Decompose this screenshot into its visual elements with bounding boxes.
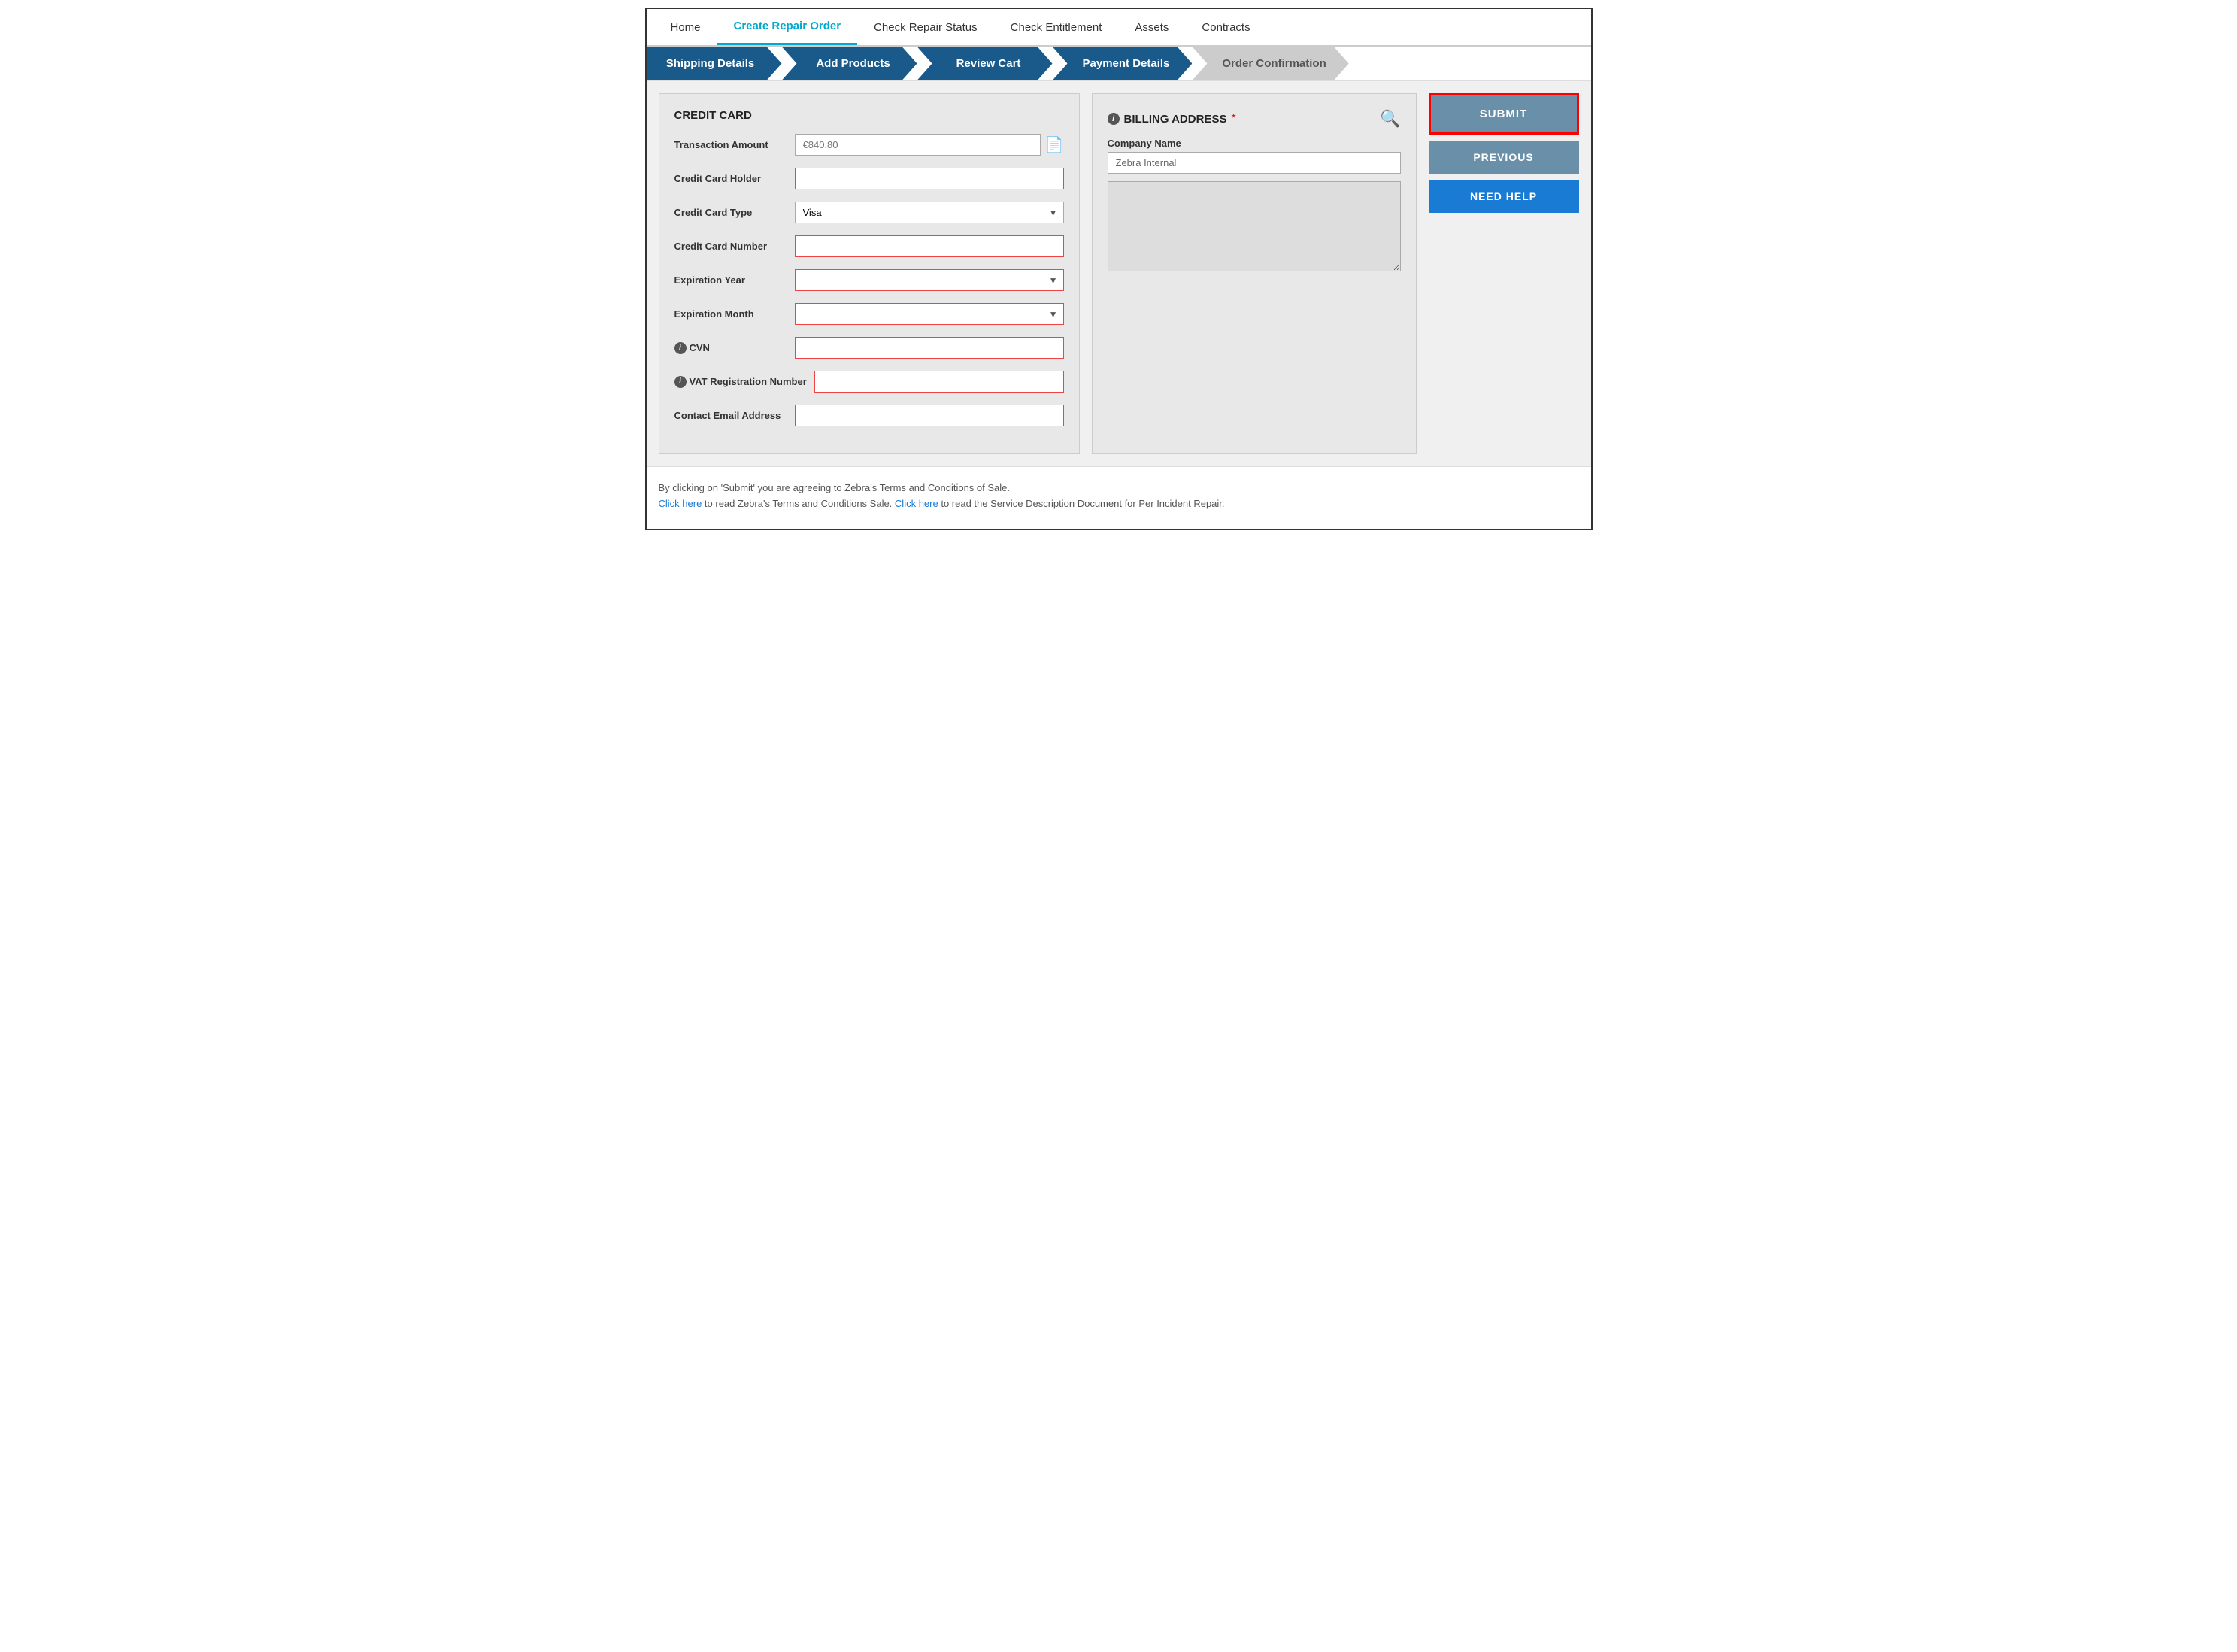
expiration-year-wrapper: 2024 2025 2026 2027 2028 ▼: [795, 269, 1064, 291]
credit-card-type-wrapper: Visa MasterCard American Express Discove…: [795, 202, 1064, 223]
vat-input[interactable]: [814, 371, 1064, 393]
footer-link2[interactable]: Click here: [895, 498, 938, 509]
page-footer: By clicking on 'Submit' you are agreeing…: [647, 466, 1591, 529]
transaction-amount-field-wrapper: 📄: [795, 134, 1064, 156]
expiration-month-row: Expiration Month 010203 040506 070809 10…: [674, 303, 1064, 325]
cvn-info-icon: i: [674, 342, 687, 354]
billing-search-button[interactable]: 🔍: [1380, 109, 1400, 129]
nav-contracts[interactable]: Contracts: [1185, 11, 1266, 44]
expiration-month-label: Expiration Month: [674, 308, 787, 320]
transaction-amount-row: Transaction Amount 📄: [674, 134, 1064, 156]
contact-email-row: Contact Email Address: [674, 405, 1064, 426]
billing-header: i BILLING ADDRESS * 🔍: [1108, 109, 1401, 129]
submit-button[interactable]: SUBMIT: [1429, 93, 1579, 135]
credit-card-number-input[interactable]: [795, 235, 1064, 257]
company-name-input[interactable]: [1108, 152, 1401, 174]
main-content: CREDIT CARD Transaction Amount 📄 Credit …: [647, 81, 1591, 466]
step-order-confirmation[interactable]: Order Confirmation: [1192, 47, 1348, 80]
expiration-month-wrapper: 010203 040506 070809 101112 ▼: [795, 303, 1064, 325]
action-buttons: SUBMIT PREVIOUS NEED HELP: [1429, 93, 1579, 454]
step-add-products[interactable]: Add Products: [782, 47, 917, 80]
cvn-label: i CVN: [674, 342, 787, 354]
footer-link1[interactable]: Click here: [659, 498, 702, 509]
footer-line1: By clicking on 'Submit' you are agreeing…: [659, 482, 1579, 493]
cvn-input[interactable]: [795, 337, 1064, 359]
nav-bar: Home Create Repair Order Check Repair St…: [647, 9, 1591, 47]
footer-text-post: to read the Service Description Document…: [941, 498, 1224, 509]
nav-assets[interactable]: Assets: [1118, 11, 1185, 44]
step-payment-details[interactable]: Payment Details: [1053, 47, 1193, 80]
footer-text-mid: to read Zebra's Terms and Conditions Sal…: [705, 498, 895, 509]
expiration-year-row: Expiration Year 2024 2025 2026 2027 2028…: [674, 269, 1064, 291]
doc-icon: 📄: [1045, 135, 1064, 154]
need-help-button[interactable]: NEED HELP: [1429, 180, 1579, 213]
vat-row: i VAT Registration Number: [674, 371, 1064, 393]
expiration-month-select[interactable]: 010203 040506 070809 101112: [795, 303, 1064, 325]
credit-card-type-select[interactable]: Visa MasterCard American Express Discove…: [795, 202, 1064, 223]
cvn-row: i CVN: [674, 337, 1064, 359]
credit-card-section: CREDIT CARD Transaction Amount 📄 Credit …: [659, 93, 1080, 454]
nav-create-repair-order[interactable]: Create Repair Order: [717, 9, 858, 45]
step-shipping-details[interactable]: Shipping Details: [647, 47, 782, 80]
contact-email-label: Contact Email Address: [674, 410, 787, 421]
billing-title: BILLING ADDRESS: [1124, 113, 1227, 126]
contact-email-input[interactable]: [795, 405, 1064, 426]
nav-home[interactable]: Home: [654, 11, 717, 44]
nav-check-entitlement[interactable]: Check Entitlement: [994, 11, 1119, 44]
credit-card-number-label: Credit Card Number: [674, 241, 787, 252]
transaction-amount-label: Transaction Amount: [674, 139, 787, 150]
vat-label: i VAT Registration Number: [674, 376, 807, 388]
credit-card-type-row: Credit Card Type Visa MasterCard America…: [674, 202, 1064, 223]
credit-card-holder-label: Credit Card Holder: [674, 173, 787, 184]
previous-button[interactable]: PREVIOUS: [1429, 141, 1579, 174]
company-name-label: Company Name: [1108, 138, 1401, 149]
billing-address-textarea[interactable]: [1108, 181, 1401, 271]
middle-sections: i BILLING ADDRESS * 🔍 Company Name SUBMI…: [1092, 93, 1579, 454]
footer-line2: Click here to read Zebra's Terms and Con…: [659, 498, 1579, 509]
step-review-cart[interactable]: Review Cart: [917, 47, 1053, 80]
credit-card-holder-row: Credit Card Holder: [674, 168, 1064, 189]
expiration-year-label: Expiration Year: [674, 274, 787, 286]
credit-card-number-row: Credit Card Number: [674, 235, 1064, 257]
transaction-amount-input[interactable]: [795, 134, 1041, 156]
stepper: Shipping Details Add Products Review Car…: [647, 47, 1591, 81]
billing-section: i BILLING ADDRESS * 🔍 Company Name: [1092, 93, 1417, 454]
credit-card-title: CREDIT CARD: [674, 109, 1064, 122]
credit-card-holder-input[interactable]: [795, 168, 1064, 189]
required-star: *: [1231, 112, 1235, 126]
billing-info-icon: i: [1108, 113, 1120, 125]
vat-info-icon: i: [674, 376, 687, 388]
credit-card-type-label: Credit Card Type: [674, 207, 787, 218]
nav-check-repair-status[interactable]: Check Repair Status: [857, 11, 994, 44]
expiration-year-select[interactable]: 2024 2025 2026 2027 2028: [795, 269, 1064, 291]
